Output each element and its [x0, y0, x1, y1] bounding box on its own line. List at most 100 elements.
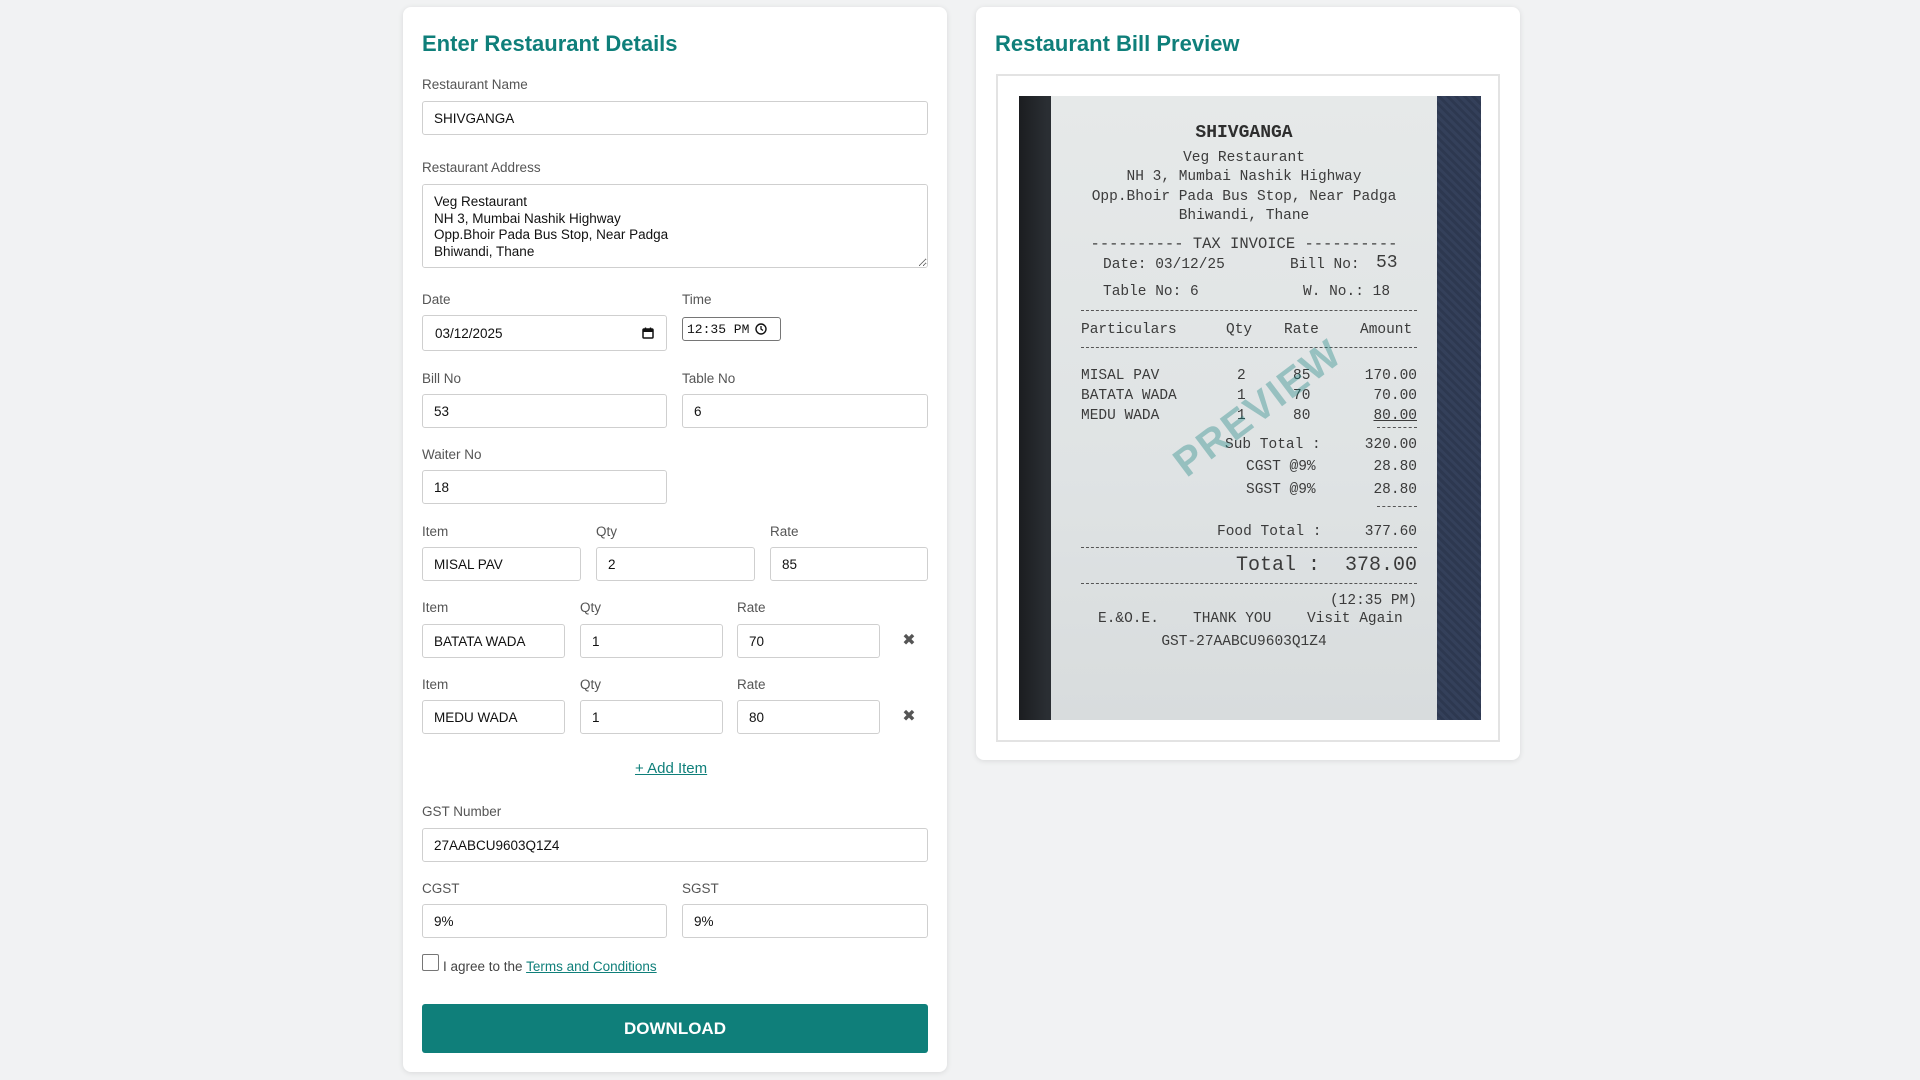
item-label: Item: [422, 677, 449, 692]
receipt-row-name: MEDU WADA: [1081, 408, 1160, 424]
receipt-cgst-label: CGST @9%: [1246, 459, 1316, 475]
receipt-gst: GST-27AABCU9603Q1Z4: [1161, 634, 1327, 650]
table-no-input[interactable]: [682, 394, 928, 428]
item-rate-input[interactable]: [737, 624, 880, 658]
rate-label: Rate: [737, 677, 766, 692]
terms-link[interactable]: Terms and Conditions: [526, 959, 657, 974]
receipt-invoice-heading: ---------- TAX INVOICE ----------: [1090, 235, 1398, 253]
item-label: Item: [422, 600, 449, 615]
receipt-address-line: Bhiwandi, Thane: [1178, 208, 1310, 224]
receipt-waiter: W. No.: 18: [1303, 284, 1391, 300]
receipt-bill-label: Bill No:: [1290, 257, 1360, 273]
receipt-col-rate: Rate: [1284, 322, 1319, 338]
restaurant-name-label: Restaurant Name: [422, 77, 528, 92]
date-label: Date: [422, 292, 451, 307]
qty-label: Qty: [580, 677, 602, 692]
remove-item-icon[interactable]: ✖: [900, 708, 918, 726]
receipt-address-line: Veg Restaurant: [1183, 150, 1305, 166]
fabric-background: [1437, 96, 1481, 720]
receipt-col-particulars: Particulars: [1081, 322, 1177, 338]
receipt-row-qty: 2: [1237, 368, 1246, 384]
sgst-input[interactable]: [682, 904, 928, 938]
date-input[interactable]: 03/12/2025: [422, 315, 667, 351]
cgst-input[interactable]: [422, 904, 667, 938]
receipt-photo: SHIVGANGA Veg Restaurant NH 3, Mumbai Na…: [1019, 96, 1481, 720]
receipt-row-amount: 70.00: [1373, 388, 1417, 404]
qty-label: Qty: [596, 524, 618, 539]
table-no-label: Table No: [682, 371, 736, 386]
receipt-thanks: THANK YOU: [1193, 611, 1272, 627]
bill-no-input[interactable]: [422, 394, 667, 428]
receipt-date: Date: 03/12/25: [1103, 257, 1225, 273]
waiter-no-label: Waiter No: [422, 447, 482, 462]
receipt-address-line: Opp.Bhoir Pada Bus Stop, Near Padga: [1091, 189, 1397, 205]
details-form-card: Enter Restaurant Details Restaurant Name…: [403, 7, 947, 1072]
item-rate-input[interactable]: [770, 547, 928, 581]
receipt-total: 378.00: [1344, 554, 1417, 577]
restaurant-address-label: Restaurant Address: [422, 160, 541, 175]
restaurant-address-textarea[interactable]: Veg Restaurant NH 3, Mumbai Nashik Highw…: [422, 184, 928, 268]
item-qty-input[interactable]: [580, 700, 723, 734]
date-value: 03/12/2025: [435, 325, 503, 341]
time-input[interactable]: 12:35 PM: [682, 317, 781, 341]
terms-agreement: I agree to the Terms and Conditions: [443, 959, 657, 974]
receipt-table: Table No: 6: [1103, 284, 1199, 300]
rate-label: Rate: [770, 524, 799, 539]
item-qty-input[interactable]: [580, 624, 723, 658]
receipt-divider: [1081, 347, 1417, 348]
receipt-total-label: Total :: [1236, 554, 1321, 577]
item-rate-input[interactable]: [737, 700, 880, 734]
receipt-divider: [1377, 427, 1417, 428]
receipt-row-rate: 80: [1293, 408, 1311, 424]
add-item-link[interactable]: + Add Item: [635, 760, 707, 777]
preview-frame: SHIVGANGA Veg Restaurant NH 3, Mumbai Na…: [996, 74, 1500, 742]
receipt-divider: [1081, 310, 1417, 311]
terms-checkbox[interactable]: [422, 954, 439, 971]
time-label: Time: [682, 292, 712, 307]
qty-label: Qty: [580, 600, 602, 615]
receipt-food-total: 377.60: [1364, 524, 1417, 540]
receipt-eoe: E.&O.E.: [1098, 611, 1159, 627]
waiter-no-input[interactable]: [422, 470, 667, 504]
download-button[interactable]: DOWNLOAD: [422, 1004, 928, 1053]
receipt-col-qty: Qty: [1226, 322, 1253, 338]
preview-title: Restaurant Bill Preview: [995, 31, 1240, 56]
receipt-col-amount: Amount: [1360, 322, 1413, 338]
receipt-row-name: BATATA WADA: [1081, 388, 1177, 404]
receipt-address-line: NH 3, Mumbai Nashik Highway: [1126, 169, 1362, 185]
rate-label: Rate: [737, 600, 766, 615]
receipt-paper: SHIVGANGA Veg Restaurant NH 3, Mumbai Na…: [1051, 96, 1437, 720]
receipt-row-amount: 80.00: [1373, 408, 1417, 424]
receipt-sgst: 28.80: [1373, 482, 1417, 498]
receipt-subtotal: 320.00: [1364, 437, 1417, 453]
receipt-divider: [1081, 547, 1417, 548]
calendar-icon[interactable]: [642, 327, 654, 339]
remove-item-icon[interactable]: ✖: [900, 632, 918, 650]
bill-no-label: Bill No: [422, 371, 462, 386]
item-name-input[interactable]: [422, 547, 581, 581]
item-name-input[interactable]: [422, 624, 565, 658]
item-label: Item: [422, 524, 449, 539]
clock-icon[interactable]: [755, 323, 768, 335]
receipt-food-total-label: Food Total :: [1217, 524, 1322, 540]
receipt-visit: Visit Again: [1307, 611, 1403, 627]
time-value: 12:35 PM: [687, 321, 750, 337]
receipt-restaurant-name: SHIVGANGA: [1195, 123, 1293, 143]
restaurant-name-input[interactable]: [422, 101, 928, 135]
receipt-cgst: 28.80: [1373, 459, 1417, 475]
agree-text: I agree to the: [443, 959, 523, 974]
item-qty-input[interactable]: [596, 547, 755, 581]
receipt-time: (12:35 PM): [1329, 593, 1417, 609]
sgst-label: SGST: [682, 881, 719, 896]
gst-number-label: GST Number: [422, 804, 502, 819]
cgst-label: CGST: [422, 881, 460, 896]
receipt-divider: [1377, 506, 1417, 507]
receipt-sgst-label: SGST @9%: [1246, 482, 1316, 498]
gst-number-input[interactable]: [422, 828, 928, 862]
bill-preview-card: Restaurant Bill Preview SHIVGANGA Veg Re…: [976, 7, 1520, 760]
receipt-row-name: MISAL PAV: [1081, 368, 1160, 384]
form-title: Enter Restaurant Details: [422, 31, 678, 56]
receipt-divider: [1081, 583, 1417, 584]
item-name-input[interactable]: [422, 700, 565, 734]
receipt-bill-no: 53: [1376, 253, 1398, 273]
